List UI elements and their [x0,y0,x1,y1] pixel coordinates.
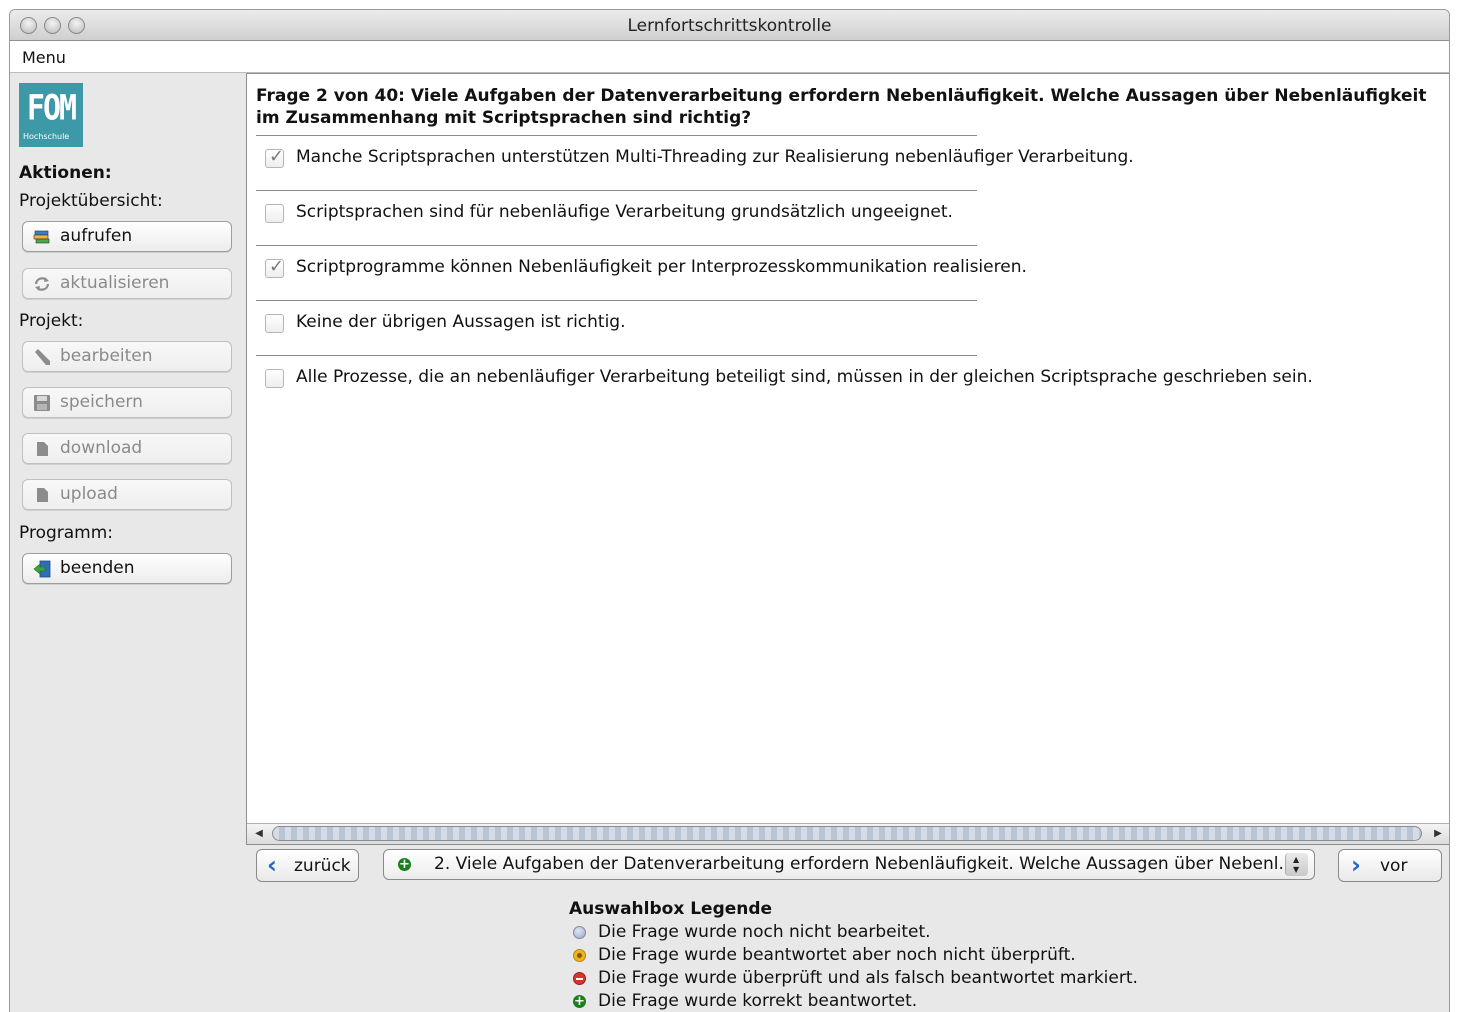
correct-status-icon: + [398,857,411,872]
legend-item-text: Die Frage wurde noch nicht bearbeitet. [598,922,931,942]
menu-bar: Menu [10,41,1449,73]
status-correct-icon: + [573,994,586,1009]
project-section-label: Projekt: [19,311,84,331]
status-wrong-icon [573,972,586,985]
back-label: zurück [294,856,351,876]
checkmark-icon: ✓ [269,146,285,167]
legend-title: Auswahlbox Legende [569,899,773,919]
legend-item: + Die Frage wurde korrekt beantwortet. [569,990,917,1012]
speichern-label: speichern [60,392,143,412]
exit-door-icon [33,560,51,578]
logo-subtext: Hochschule [23,132,70,141]
question-panel: Frage 2 von 40: Viele Aufgaben der Daten… [246,73,1449,845]
forward-label: vor [1380,856,1408,876]
bearbeiten-button[interactable]: bearbeiten [22,341,232,372]
question-select[interactable]: + 2. Viele Aufgaben der Datenverarbeitun… [383,849,1315,880]
separator [256,245,977,246]
legend-item-text: Die Frage wurde korrekt beantwortet. [598,991,918,1011]
menu-item-menu[interactable]: Menu [22,48,66,67]
legend-item-text: Die Frage wurde überprüft und als falsch… [598,968,1138,988]
books-icon [33,230,50,244]
aufrufen-label: aufrufen [60,226,133,246]
separator [256,355,977,356]
aktualisieren-label: aktualisieren [60,273,170,293]
aktualisieren-button[interactable]: aktualisieren [22,268,232,299]
refresh-icon [34,277,50,291]
beenden-label: beenden [60,558,135,578]
legend: Auswahlbox Legende Die Frage wurde noch … [569,899,1138,1012]
answer-checkbox[interactable]: ✓ [265,146,285,168]
answer-text: Manche Scriptsprachen unterstützen Multi… [296,147,1134,167]
legend-item-text: Die Frage wurde beantwortet aber noch ni… [598,945,1076,965]
upload-label: upload [60,484,118,504]
answer-text: Alle Prozesse, die an nebenläufiger Vera… [296,367,1313,387]
answer-checkbox[interactable] [265,204,284,223]
chevron-left-icon: ‹ [267,851,277,879]
window-title: Lernfortschrittskontrolle [627,16,832,36]
status-unanswered-icon [573,926,586,939]
logo-text: FOM [26,88,77,129]
title-bar: Lernfortschrittskontrolle [10,10,1449,41]
answer-text: Keine der übrigen Aussagen ist richtig. [296,312,626,332]
select-stepper-icon[interactable]: ▲ ▼ [1285,853,1308,876]
floppy-disk-icon [34,395,50,411]
answer-text: Scriptsprachen sind für nebenläufige Ver… [296,202,953,222]
forward-button[interactable]: › vor [1338,849,1442,882]
speichern-button[interactable]: speichern [22,387,232,418]
separator [256,135,977,136]
actions-heading: Aktionen: [19,163,112,183]
legend-item: Die Frage wurde überprüft und als falsch… [569,967,1138,990]
checkmark-icon: ✓ [269,256,285,277]
answer-text: Scriptprogramme können Nebenläufigkeit p… [296,257,1027,277]
sidebar: FOM Hochschule Aktionen: Projektübersich… [10,73,246,1012]
beenden-button[interactable]: beenden [22,553,232,584]
download-button[interactable]: download [22,433,232,464]
answer-checkbox[interactable] [265,369,284,388]
upload-button[interactable]: upload [22,479,232,510]
answer-checkbox[interactable]: ✓ [265,256,285,278]
program-section-label: Programm: [19,523,114,543]
pencil-icon [35,349,50,365]
answer-checkbox[interactable] [265,314,284,333]
status-unchecked-icon [573,949,586,962]
aufrufen-button[interactable]: aufrufen [22,221,232,252]
scroll-right-arrow-icon[interactable]: ▶ [1430,826,1446,841]
chevron-right-icon: › [1351,851,1361,879]
separator [256,190,977,191]
back-button[interactable]: ‹ zurück [256,849,359,882]
document-icon [37,442,48,456]
scroll-left-arrow-icon[interactable]: ◀ [251,826,267,841]
document-icon [37,488,48,502]
legend-item: Die Frage wurde noch nicht bearbeitet. [569,921,931,944]
separator [256,300,977,301]
legend-item: Die Frage wurde beantwortet aber noch ni… [569,944,1076,967]
bearbeiten-label: bearbeiten [60,346,153,366]
app-window: Lernfortschrittskontrolle Menu FOM Hochs… [9,9,1450,1012]
question-select-value: 2. Viele Aufgaben der Datenverarbeitung … [434,854,1295,874]
download-label: download [60,438,143,458]
fom-logo: FOM Hochschule [19,83,83,147]
scrollbar-thumb[interactable] [272,826,1422,841]
horizontal-scrollbar[interactable]: ◀ ▶ [247,823,1449,844]
overview-section-label: Projektübersicht: [19,191,163,211]
question-text: Frage 2 von 40: Viele Aufgaben der Daten… [256,86,1427,128]
